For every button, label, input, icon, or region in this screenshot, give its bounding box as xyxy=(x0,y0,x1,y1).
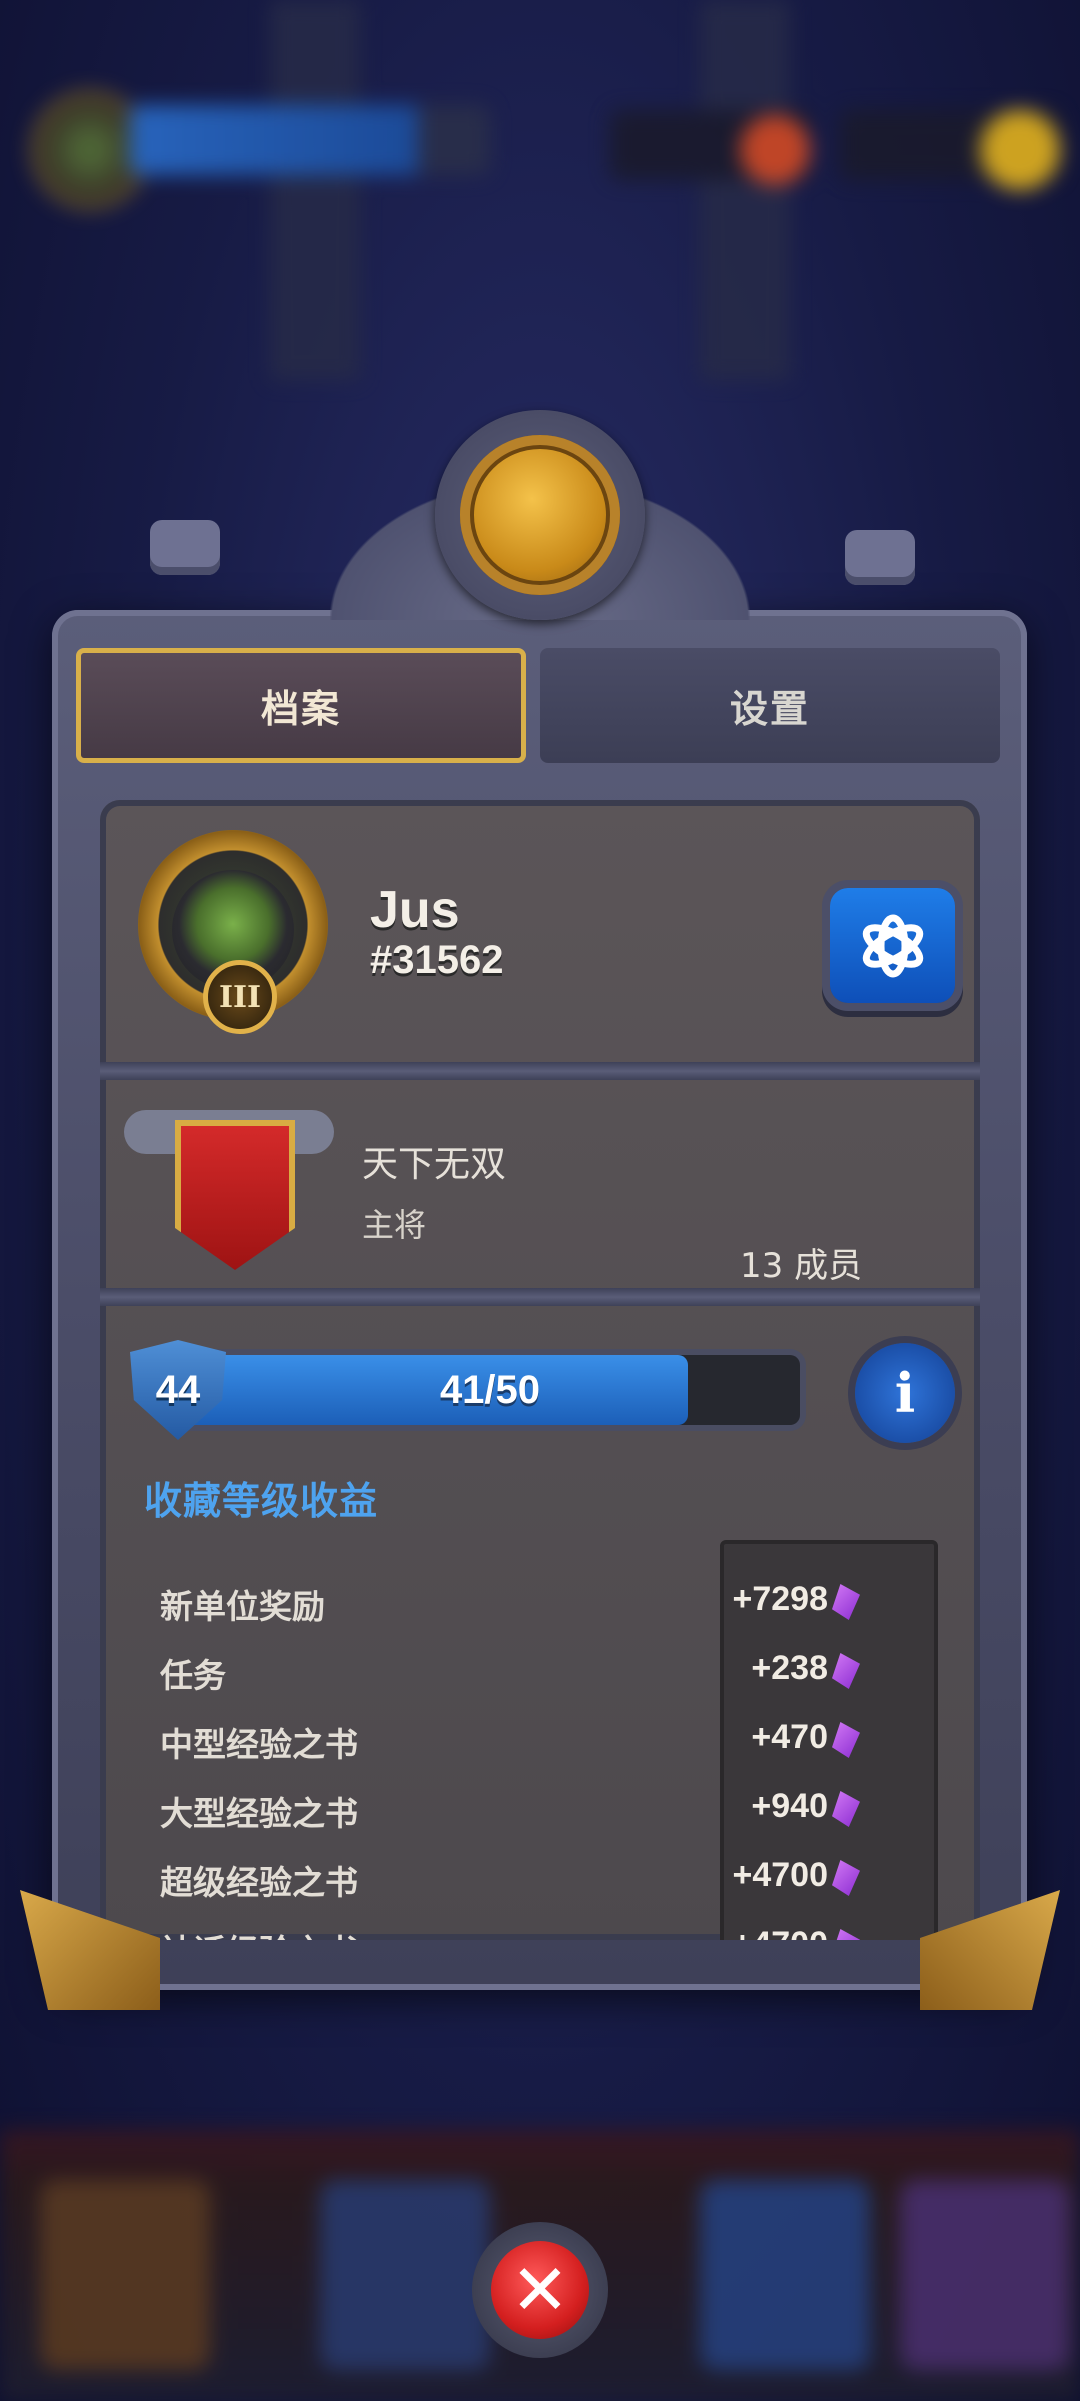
gem-icon xyxy=(832,1584,860,1620)
info-button[interactable]: i xyxy=(855,1343,955,1443)
benefit-value: +7298 xyxy=(732,1580,829,1618)
battlenet-icon xyxy=(862,914,923,977)
bg-resource-gem xyxy=(610,110,810,185)
xp-progress-bar: 41/50 xyxy=(180,1355,800,1425)
panel-bolt xyxy=(150,520,220,575)
clan-member-count: 13 成员 xyxy=(740,1246,863,1286)
tab-bar: 档案 设置 xyxy=(70,648,1010,768)
gem-icon xyxy=(832,1722,860,1758)
close-icon: ✕ xyxy=(510,2249,570,2331)
benefit-row: 中型经验之书 +470 xyxy=(160,1718,920,1778)
crest-emblem-icon xyxy=(460,435,620,595)
benefit-value: +4700 xyxy=(732,1856,829,1894)
benefit-value: +940 xyxy=(751,1787,828,1825)
benefit-row: 任务 +238 xyxy=(160,1649,920,1709)
gem-icon xyxy=(832,1653,860,1689)
panel-crest xyxy=(330,390,750,620)
tab-settings-label: 设置 xyxy=(729,687,810,731)
gem-icon xyxy=(832,1791,860,1827)
profile-content: III Jus #31562 天下无双 主将 13 成员 41/50 44 i … xyxy=(100,800,980,1940)
tab-settings[interactable]: 设置 xyxy=(540,648,1000,763)
bg-card xyxy=(320,2180,490,2370)
benefit-row: 新单位奖励 +7298 xyxy=(160,1580,920,1640)
level-shield-icon: 44 xyxy=(130,1340,226,1440)
info-icon: i xyxy=(894,1361,916,1425)
rank-badge: III xyxy=(203,960,277,1034)
player-name: Jus xyxy=(370,881,460,939)
benefit-row: 超级经验之书 +4700 xyxy=(160,1856,920,1916)
battlenet-button[interactable] xyxy=(830,888,955,1003)
benefit-row: 神话经验之书 +4700 xyxy=(160,1925,920,1940)
gem-icon xyxy=(832,1929,860,1940)
benefit-value: +238 xyxy=(751,1649,828,1687)
bg-namebar xyxy=(130,105,490,175)
benefit-row: 大型经验之书 +940 xyxy=(160,1787,920,1847)
clan-name[interactable]: 天下无双 xyxy=(362,1135,506,1187)
bg-card xyxy=(700,2180,870,2370)
xp-progress-text: 41/50 xyxy=(439,1367,541,1412)
bg-card xyxy=(900,2180,1070,2370)
benefit-label: 大型经验之书 xyxy=(160,1794,358,1833)
benefit-label: 任务 xyxy=(160,1656,226,1695)
benefit-value: +470 xyxy=(751,1718,828,1756)
panel-bolt xyxy=(845,530,915,585)
bg-resource-gold xyxy=(840,110,1060,190)
benefit-label: 超级经验之书 xyxy=(160,1863,358,1902)
section-divider xyxy=(100,1062,980,1080)
clan-role: 主将 xyxy=(362,1206,427,1244)
benefit-value: +4700 xyxy=(733,1925,829,1940)
player-id: #31562 xyxy=(370,938,504,982)
benefits-title: 收藏等级收益 xyxy=(144,1479,379,1523)
benefit-label: 中型经验之书 xyxy=(160,1725,358,1764)
tab-profile-label: 档案 xyxy=(260,687,341,731)
gem-icon xyxy=(832,1860,860,1896)
bg-card xyxy=(40,2180,210,2370)
section-divider xyxy=(100,1288,980,1306)
benefit-label: 神话经验之书 xyxy=(160,1925,358,1940)
tab-profile[interactable]: 档案 xyxy=(76,648,526,763)
benefit-label: 新单位奖励 xyxy=(160,1587,325,1626)
bg-top-hud xyxy=(10,90,1070,210)
close-button[interactable]: ✕ xyxy=(472,2222,608,2358)
clan-banner-icon[interactable] xyxy=(175,1120,295,1270)
